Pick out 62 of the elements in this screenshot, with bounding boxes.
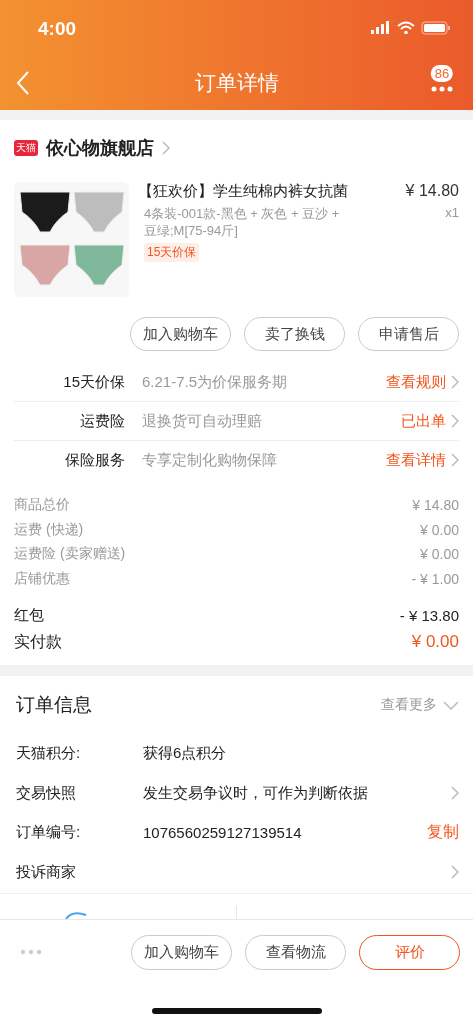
- service-link[interactable]: 已出单: [401, 411, 459, 431]
- fee-amount: ¥ 14.80: [412, 497, 459, 514]
- product-variant: 4条装-001款-黑色 + 灰色 + 豆沙 + 豆绿;M[75-94斤]: [144, 205, 341, 239]
- fee-label: 运费险 (卖家赠送): [14, 545, 126, 564]
- fee-amount: ¥ 0.00: [420, 546, 459, 563]
- fee-amount: - ¥ 1.00: [411, 570, 459, 587]
- info-row[interactable]: 交易快照 发生交易争议时，可作为判断依据: [16, 773, 459, 813]
- info-value: 1076560259127139514: [143, 824, 303, 842]
- service-label: 15天价保: [62, 372, 125, 392]
- service-link[interactable]: 查看详情: [386, 450, 459, 470]
- more-icon: [20, 949, 42, 955]
- page-title: 订单详情: [193, 69, 280, 96]
- coupon-label: 红包: [14, 605, 44, 625]
- battery-icon: [421, 20, 451, 35]
- action-button[interactable]: 卖了换钱: [244, 317, 345, 351]
- service-label: 运费险: [79, 411, 125, 431]
- info-label: 投诉商家: [16, 862, 77, 882]
- item-price: ¥ 14.80: [405, 182, 459, 200]
- coupon-amount: - ¥ 13.80: [399, 606, 459, 624]
- fee-label: 运费 (快递): [14, 520, 84, 539]
- chevron-icon: [451, 786, 459, 801]
- item-quantity: x1: [445, 205, 459, 220]
- product-title[interactable]: 【狂欢价】学生纯棉内裤女抗菌: [138, 182, 348, 201]
- fee-label: 店铺优惠: [14, 569, 70, 588]
- action-button[interactable]: 加入购物车: [131, 934, 232, 970]
- info-label: 交易快照: [16, 783, 77, 803]
- wifi-icon: [397, 21, 415, 34]
- more-icon: [431, 85, 453, 92]
- chevron-icon: [451, 414, 459, 428]
- service-label: 保险服务: [64, 450, 125, 470]
- store-name[interactable]: 依心物旗舰店: [46, 136, 154, 160]
- paid-amount: ¥ 0.00: [411, 632, 459, 652]
- info-label: 订单编号:: [16, 823, 82, 843]
- section-title: 订单信息: [16, 693, 93, 717]
- primary-button[interactable]: 评价: [359, 934, 460, 970]
- service-description: 退换货可自动理赔: [142, 411, 263, 431]
- more-button[interactable]: [20, 949, 42, 955]
- service-description: 专享定制化购物保障: [142, 450, 278, 470]
- action-button[interactable]: 加入购物车: [130, 317, 231, 351]
- tmall-logo: 天猫: [14, 140, 38, 156]
- price-protection-tag: 15天价保: [144, 243, 200, 262]
- service-link[interactable]: 查看规则: [386, 372, 459, 392]
- info-value: 获得6点积分: [143, 744, 228, 764]
- chevron-icon: [451, 453, 459, 467]
- paid-label: 实付款: [14, 631, 62, 652]
- info-row[interactable]: 投诉商家: [16, 852, 459, 892]
- fee-amount: ¥ 0.00: [420, 521, 459, 538]
- fee-label: 商品总价: [14, 496, 70, 515]
- copy-button[interactable]: 复制: [427, 822, 459, 844]
- chevron-down-icon: [443, 700, 459, 710]
- info-value: 发生交易争议时，可作为判断依据: [143, 783, 369, 803]
- action-button[interactable]: 查看物流: [245, 934, 346, 970]
- time: 4:00: [38, 16, 78, 40]
- chevron-icon: [451, 865, 459, 880]
- action-button[interactable]: 申请售后: [358, 317, 459, 351]
- chevron-icon: [451, 375, 459, 389]
- chevron-icon: [162, 141, 170, 155]
- signal-icon: [371, 21, 391, 34]
- back-icon: [16, 70, 30, 95]
- info-label: 天猫积分:: [16, 744, 82, 764]
- notification-badge: 86: [430, 64, 454, 82]
- service-description: 6.21-7.5为价保服务期: [142, 372, 289, 392]
